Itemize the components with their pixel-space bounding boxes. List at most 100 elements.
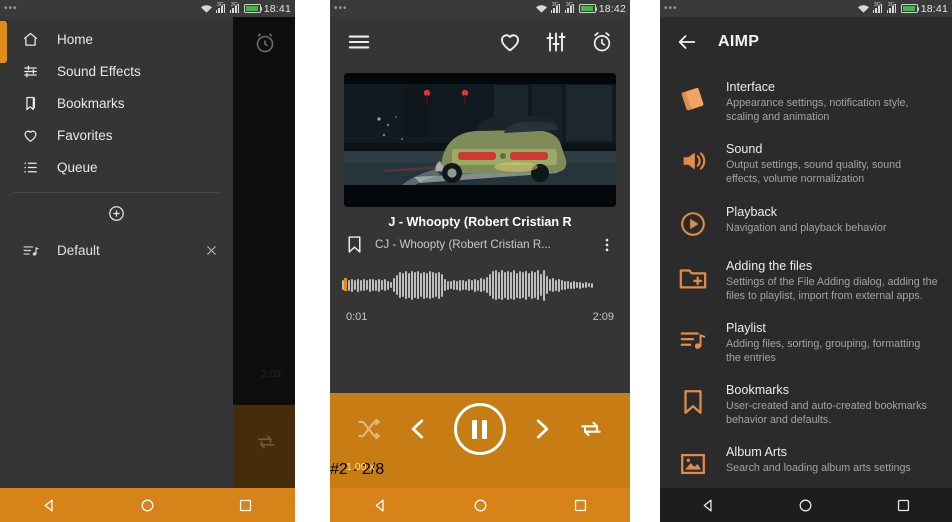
- home-circle-icon[interactable]: [789, 488, 823, 522]
- drawer-nav-list: Home Sound Effects Bookmarks Favorites Q…: [0, 17, 233, 183]
- android-navbar: [330, 488, 630, 522]
- sidebar-item-bookmarks[interactable]: Bookmarks: [0, 87, 233, 119]
- close-icon[interactable]: [204, 243, 219, 258]
- interface-cards-icon: [676, 82, 710, 116]
- signal-icon-2: 3G: [886, 2, 898, 14]
- recents-square-icon[interactable]: [563, 488, 597, 522]
- play-circle-icon: [676, 207, 710, 241]
- phone-screen-settings: ••• 3G 3G 18:41 AIMP Interface Appearanc…: [660, 0, 952, 522]
- bookmark-icon: [22, 95, 39, 112]
- settings-item-sound[interactable]: Sound Output settings, sound quality, so…: [660, 133, 952, 195]
- phone-screen-drawer: ••• 3G 3G 18:41 0:01 2:09: [0, 0, 295, 522]
- settings-item-desc: Output settings, sound quality, sound ef…: [726, 159, 902, 186]
- wifi-icon: [200, 3, 213, 14]
- settings-item-desc: Adding files, sorting, grouping, formatt…: [726, 337, 921, 364]
- repeat-icon[interactable]: [578, 416, 604, 442]
- status-clock: 18:41: [263, 2, 291, 15]
- time-row: 0:01 2:09: [330, 301, 630, 323]
- playback-controls: 1.00 x #2 - 2/8: [330, 393, 630, 488]
- player-header: [330, 17, 630, 67]
- settings-item-desc: Appearance settings, notification style,…: [726, 97, 909, 124]
- settings-item-playback[interactable]: Playback Navigation and playback behavio…: [660, 196, 952, 250]
- battery-icon: [243, 4, 263, 13]
- total-time: 2:09: [592, 311, 614, 323]
- android-navbar: [0, 488, 295, 522]
- shuffle-icon[interactable]: [356, 416, 382, 442]
- selected-indicator-bar: [0, 21, 7, 63]
- recents-square-icon[interactable]: [886, 488, 920, 522]
- status-notification-dots: •••: [334, 3, 348, 14]
- playlist-icon: [22, 242, 39, 259]
- home-circle-icon[interactable]: [130, 488, 164, 522]
- status-bar: ••• 3G 3G 18:41: [0, 0, 295, 17]
- speaker-icon: [676, 144, 710, 178]
- settings-item-desc: Navigation and playback behavior: [726, 221, 887, 234]
- equalizer-icon: [22, 63, 39, 80]
- status-clock: 18:41: [920, 2, 948, 15]
- arrow-left-icon[interactable]: [676, 31, 698, 53]
- settings-item-playlist[interactable]: Playlist Adding files, sorting, grouping…: [660, 312, 952, 374]
- folder-plus-icon: [676, 261, 710, 295]
- elapsed-time: 0:01: [346, 311, 368, 323]
- screenshot-stage: ••• 3G 3G 18:41 0:01 2:09: [0, 0, 952, 522]
- recents-square-icon[interactable]: [229, 488, 263, 522]
- back-triangle-icon[interactable]: [32, 488, 66, 522]
- status-notification-dots: •••: [4, 3, 18, 14]
- home-circle-icon[interactable]: [463, 488, 497, 522]
- wifi-icon: [535, 3, 548, 14]
- settings-item-name: Album Arts: [726, 445, 787, 460]
- waveform-seekbar[interactable]: [342, 269, 618, 301]
- sidebar-item-sound-effects[interactable]: Sound Effects: [0, 55, 233, 87]
- settings-item-adding-files[interactable]: Adding the files Settings of the File Ad…: [660, 250, 952, 312]
- plus-circle-icon: [107, 204, 126, 223]
- sidebar-item-favorites[interactable]: Favorites: [0, 119, 233, 151]
- android-navbar: [660, 488, 952, 522]
- more-vertical-icon[interactable]: [598, 236, 616, 254]
- equalizer-icon[interactable]: [544, 30, 568, 54]
- waveform: [342, 269, 618, 301]
- battery-icon: [578, 4, 598, 13]
- bookmark-icon[interactable]: [344, 234, 365, 255]
- playback-cursor: [344, 278, 347, 291]
- status-clock: 18:42: [598, 2, 626, 15]
- next-icon[interactable]: [529, 416, 555, 442]
- playback-speed[interactable]: 1.00 x: [346, 461, 375, 473]
- playlist-icon: [676, 323, 710, 357]
- sidebar-item-home[interactable]: Home: [0, 23, 233, 55]
- sidebar-item-queue[interactable]: Queue: [0, 151, 233, 183]
- alarm-clock-icon[interactable]: [590, 30, 614, 54]
- player-body: J - Whoopty (Robert Cristian R CJ - Whoo…: [330, 17, 630, 522]
- status-bar: ••• 3G 3G 18:41: [660, 0, 952, 17]
- settings-item-name: Interface: [726, 80, 776, 94]
- previous-icon[interactable]: [405, 416, 431, 442]
- sidebar-item-label: Bookmarks: [57, 95, 125, 111]
- back-triangle-icon[interactable]: [363, 488, 397, 522]
- bookmark-icon: [676, 385, 710, 419]
- settings-item-album-arts[interactable]: Album Arts Search and loading album arts…: [660, 436, 952, 490]
- settings-item-name: Playlist: [726, 320, 766, 335]
- page-title: AIMP: [718, 33, 760, 50]
- settings-item-name: Adding the files: [726, 258, 813, 273]
- settings-body: AIMP Interface Appearance settings, noti…: [660, 17, 952, 522]
- settings-item-desc: User-created and auto-created bookmarks …: [726, 400, 927, 427]
- settings-item-name: Playback: [726, 204, 778, 219]
- settings-item-desc: Settings of the File Adding dialog, addi…: [726, 275, 938, 302]
- playlist-name: Default: [57, 242, 100, 258]
- add-playlist-button[interactable]: [0, 193, 233, 233]
- settings-item-interface[interactable]: Interface Appearance settings, notificat…: [660, 71, 952, 133]
- album-art[interactable]: [344, 73, 616, 207]
- hamburger-menu-icon[interactable]: [346, 29, 372, 55]
- pause-icon[interactable]: [453, 403, 506, 455]
- home-icon: [22, 31, 39, 48]
- track-subtitle: CJ - Whoopty (Robert Cristian R...: [375, 238, 551, 251]
- sidebar-item-label: Sound Effects: [57, 63, 141, 79]
- heart-icon[interactable]: [498, 30, 522, 54]
- settings-item-desc: Search and loading album arts settings: [726, 462, 911, 475]
- back-triangle-icon[interactable]: [692, 488, 726, 522]
- navigation-drawer: Home Sound Effects Bookmarks Favorites Q…: [0, 17, 233, 522]
- settings-item-bookmarks[interactable]: Bookmarks User-created and auto-created …: [660, 374, 952, 436]
- sidebar-item-label: Favorites: [57, 127, 113, 143]
- phone-screen-player: ••• 3G 3G 18:42 J - Whoopty (Robert Cris…: [330, 0, 630, 522]
- playlist-row-default[interactable]: Default: [0, 233, 233, 267]
- status-notification-dots: •••: [664, 3, 678, 14]
